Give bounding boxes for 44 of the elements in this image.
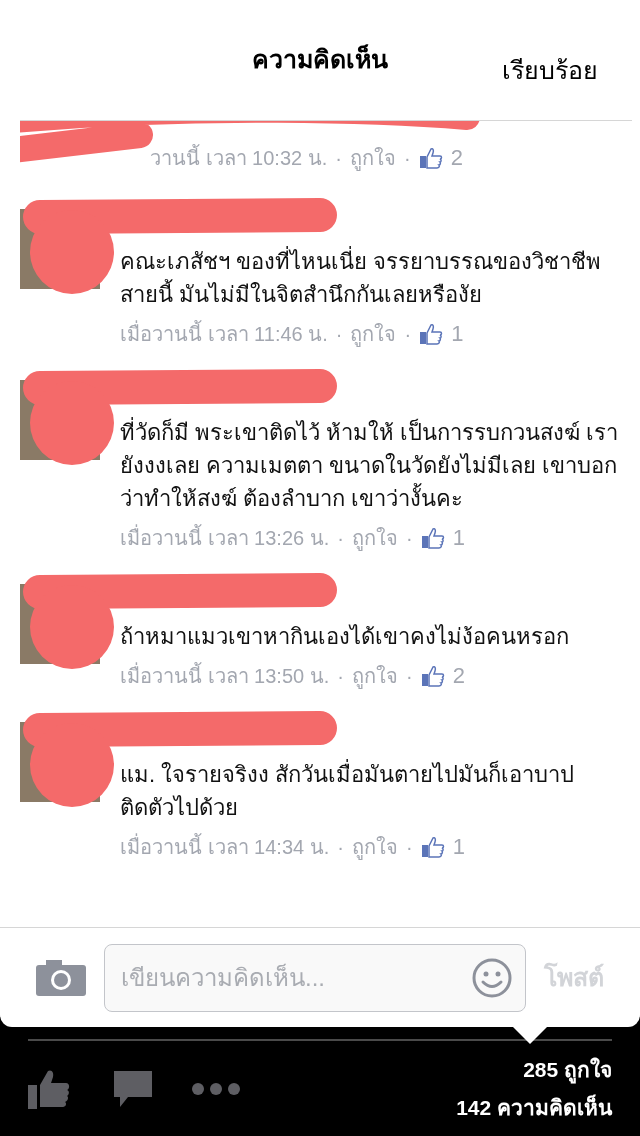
like-link[interactable]: ถูกใจ — [351, 831, 398, 862]
separator-dot: · — [337, 834, 344, 860]
comment-icon[interactable] — [114, 1070, 152, 1107]
comment-time: วานนี้ เวลา 10:32 น. — [150, 143, 328, 171]
thumbs-up-icon — [419, 321, 444, 346]
header-title: ความคิดเห็น — [252, 43, 388, 76]
camera-icon[interactable] — [36, 959, 86, 996]
like-link[interactable]: ถูกใจ — [349, 142, 396, 173]
separator-dot: · — [404, 321, 412, 347]
like-link[interactable]: ถูกใจ — [350, 318, 397, 349]
separator-dot: · — [405, 525, 413, 551]
comment-text: ที่วัดก็มี พระเขาติดไว้ ห้ามให้ เป็นการรบกวนสงฆ์ เรายังงงเลย ความเมตตา ขนาดในวัดยังไม่มีเลย เขาบอกว่าทำให้สงฆ์ ต้องลำบาก เขาว่างั้นคะ — [120, 416, 620, 515]
comment-time: เมื่อวานนี้ เวลา 11:46 น. — [120, 319, 328, 347]
separator-dot: · — [405, 663, 413, 689]
like-count: 1 — [452, 833, 465, 861]
separator-dot: · — [337, 525, 344, 551]
separator-dot: · — [337, 663, 344, 689]
separator-dot: · — [335, 321, 343, 347]
comment-field[interactable]: เขียนความคิดเห็น... — [104, 943, 526, 1012]
comment-time: เมื่อวานนี้ เวลา 13:50 น. — [120, 661, 330, 689]
like-link[interactable]: ถูกใจ — [351, 660, 398, 691]
separator-dot: · — [405, 834, 413, 860]
separator-dot: · — [335, 145, 342, 171]
like-count: 2 — [450, 144, 463, 172]
smiley-icon[interactable] — [472, 957, 512, 998]
like-count: 2 — [452, 662, 465, 690]
likes-count-link[interactable]: 285 ถูกใจ — [523, 1054, 612, 1086]
thumbs-up-icon — [420, 525, 445, 550]
thumbs-up-icon — [420, 834, 445, 859]
separator-dot: · — [403, 145, 411, 171]
like-count: 1 — [451, 320, 464, 348]
thumbs-up-icon — [418, 145, 443, 170]
thumbs-up-icon[interactable] — [28, 1068, 70, 1109]
comment-text: คณะเภสัชฯ ของที่ไหนเนี่ย จรรยาบรรณของวิชาชีพ สายนี้ มันไม่มีในจิตสำนึกกันเลยหรืองัย — [120, 245, 620, 311]
like-link[interactable]: ถูกใจ — [351, 522, 398, 553]
done-button[interactable]: เรียบร้อย — [502, 52, 598, 90]
more-icon[interactable] — [192, 1082, 240, 1095]
comment-text: ถ้าหมาแมวเขาหากินเองได้เขาคงไม่ง้อคนหรอก — [120, 623, 570, 651]
like-count: 1 — [452, 524, 465, 552]
comments-count-link[interactable]: 142 ความคิดเห็น — [456, 1091, 612, 1123]
thumbs-up-icon — [420, 663, 445, 688]
comment-time: เมื่อวานนี้ เวลา 14:34 น. — [120, 832, 330, 860]
comment-time: เมื่อวานนี้ เวลา 13:26 น. — [120, 523, 330, 551]
comment-text: แม. ใจรายจริงง สักวันเมื่อมันตายไปมันก็เอาบาป ติดตัวไปด้วย — [120, 758, 620, 824]
